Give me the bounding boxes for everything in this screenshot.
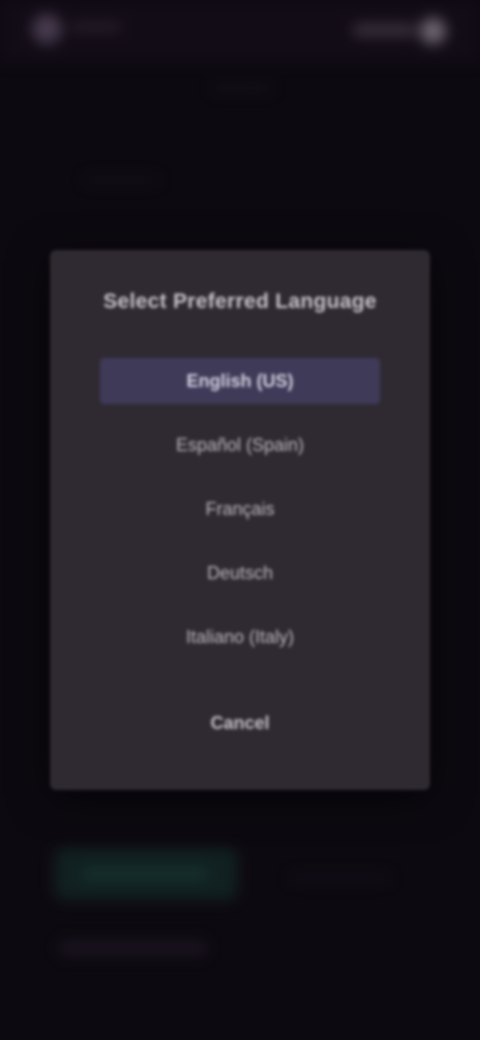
language-option[interactable]: Español (Spain) bbox=[100, 422, 380, 468]
language-option[interactable]: Deutsch bbox=[100, 550, 380, 596]
language-select-modal: Select Preferred Language English (US) E… bbox=[50, 250, 430, 790]
language-option[interactable]: Français bbox=[100, 486, 380, 532]
language-option-selected[interactable]: English (US) bbox=[100, 358, 380, 404]
language-option[interactable]: Italiano (Italy) bbox=[100, 614, 380, 660]
cancel-button[interactable]: Cancel bbox=[180, 700, 300, 746]
modal-title: Select Preferred Language bbox=[103, 290, 377, 313]
